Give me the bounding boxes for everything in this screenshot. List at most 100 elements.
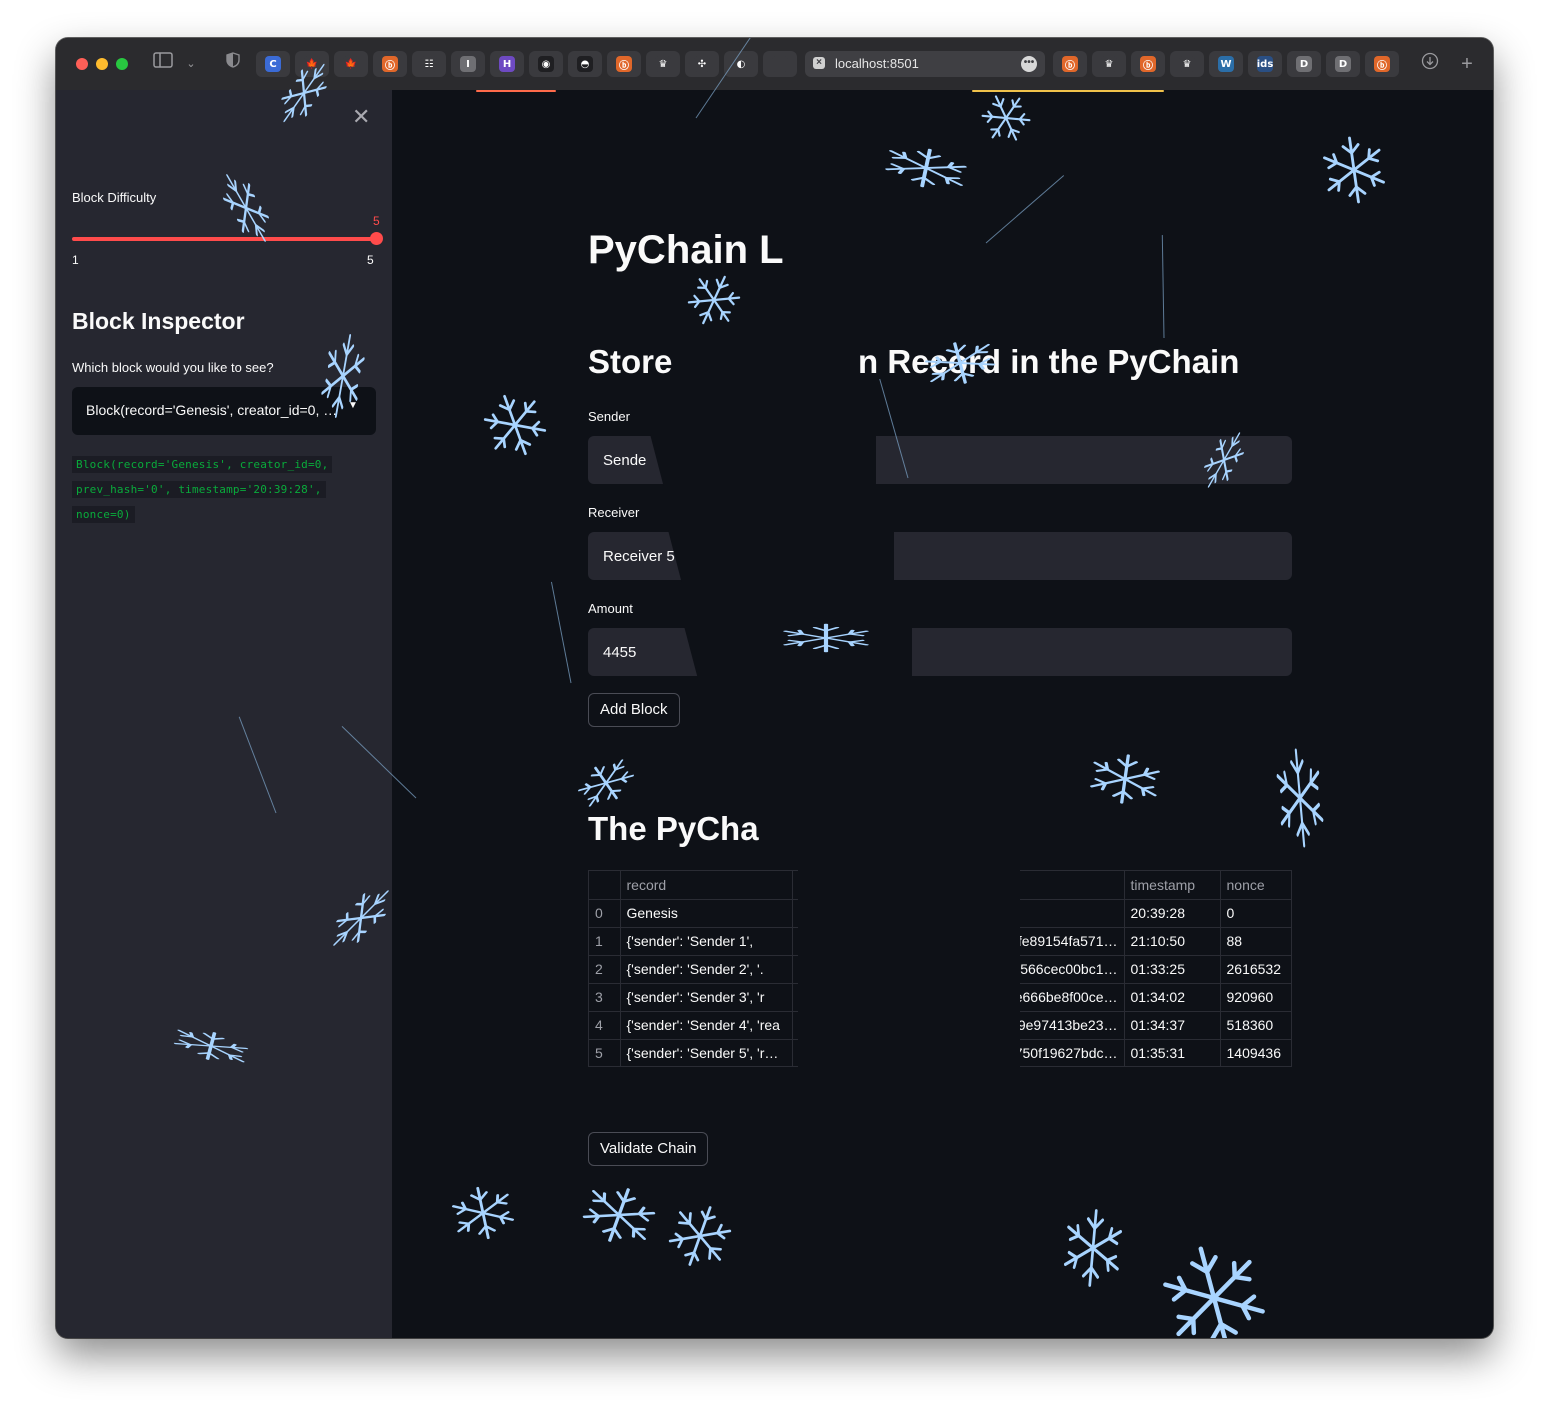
table-cell[interactable]: 0 — [589, 899, 621, 928]
tab-favicon-icon: ⓑ — [1062, 56, 1078, 72]
tab-favicon-icon: 🍁 — [343, 56, 359, 72]
close-icon[interactable]: ✕ — [352, 106, 370, 128]
sidebar-toggle-icon[interactable] — [152, 52, 174, 76]
table-cell[interactable]: 21:10:50 — [1124, 927, 1221, 956]
difficulty-label: Block Difficulty — [72, 190, 157, 205]
pinned-tab[interactable]: ⓑ — [373, 51, 407, 77]
block-select[interactable]: Block(record='Genesis', creator_id=0, pr… — [72, 387, 376, 435]
block-select-value: Block(record='Genesis', creator_id=0, pr… — [86, 402, 342, 418]
table-cell[interactable]: 01:34:02 — [1124, 983, 1221, 1012]
difficulty-slider-thumb[interactable] — [370, 232, 383, 245]
tab-favicon-icon: ◓ — [577, 56, 593, 72]
table-cell[interactable]: 1 — [589, 927, 621, 956]
difficulty-slider[interactable] — [72, 237, 376, 241]
pinned-tab[interactable]: ☷ — [412, 51, 446, 77]
table-cell[interactable]: 0 — [1220, 899, 1291, 928]
receiver-label: Receiver — [588, 505, 640, 520]
table-cell[interactable]: 920960 — [1220, 983, 1291, 1012]
pinned-tab[interactable]: I — [451, 51, 485, 77]
column-header[interactable]: nonce — [1220, 871, 1291, 900]
table-cell[interactable]: 3 — [589, 983, 621, 1012]
chain-heading: The PyCha — [588, 810, 759, 847]
block-select-label: Which block would you like to see? — [72, 360, 274, 375]
url-text[interactable]: localhost:8501 — [835, 56, 919, 71]
shield-icon[interactable] — [224, 52, 242, 76]
pinned-tab[interactable]: ✣ — [685, 51, 719, 77]
pinned-tab[interactable]: ◉ — [529, 51, 563, 77]
page-title: PyChain L — [588, 228, 784, 272]
store-heading-left: Store — [588, 343, 673, 380]
pinned-tab[interactable]: ⓑ — [1131, 51, 1165, 77]
pinned-tab[interactable]: ⓑ — [1053, 51, 1087, 77]
tab-favicon-icon: 🍁 — [304, 56, 320, 72]
tab-favicon-icon: ⓑ — [1140, 56, 1156, 72]
table-cell[interactable]: 2616532 — [1220, 955, 1291, 984]
close-window-button[interactable] — [76, 58, 88, 70]
pinned-tab[interactable]: H — [490, 51, 524, 77]
difficulty-min: 1 — [72, 253, 79, 267]
minimize-window-button[interactable] — [96, 58, 108, 70]
table-cell[interactable]: 01:35:31 — [1124, 1039, 1221, 1066]
table-cell[interactable]: 1409436 — [1220, 1039, 1291, 1066]
table-cell[interactable]: 4 — [589, 1011, 621, 1040]
table-cell[interactable]: {'sender': 'Sender 5', 'reca — [620, 1039, 793, 1066]
pinned-tab[interactable]: ♛ — [1170, 51, 1204, 77]
pinned-tab[interactable]: ◐ — [724, 51, 758, 77]
column-header[interactable] — [589, 871, 621, 900]
tab-favicon-icon: ♛ — [1179, 56, 1195, 72]
table-cell[interactable]: {'sender': 'Sender 1', — [620, 927, 793, 956]
table-cell[interactable]: Genesis — [620, 899, 793, 928]
pinned-tab[interactable]: ♛ — [646, 51, 680, 77]
table-cell[interactable]: {'sender': 'Sender 3', 'r — [620, 983, 793, 1012]
browser-window: ⌄ C 🍁 🍁 ⓑ ☷ I H ◉ ◓ ⓑ ♛ ✣ ◐ × localhost:8501 ••• ⓑ ♛ ⓑ… — [56, 38, 1493, 1338]
header-decoration — [972, 90, 1164, 92]
column-header[interactable]: timestamp — [1124, 871, 1221, 900]
pinned-tab[interactable]: C — [256, 51, 290, 77]
table-cell[interactable]: 88 — [1220, 927, 1291, 956]
snow-overlay — [668, 530, 894, 582]
tab-favicon-icon: ☷ — [421, 56, 437, 72]
block-code-line: prev_hash='0', timestamp='20:39:28', — [72, 481, 326, 498]
tab-favicon-icon: D — [1335, 56, 1351, 72]
table-cell[interactable]: 5 — [589, 1039, 621, 1066]
table-cell[interactable]: {'sender': 'Sender 2', '. — [620, 955, 793, 984]
tab-favicon-icon: W — [1218, 56, 1234, 72]
pinned-tab[interactable]: ⓑ — [607, 51, 641, 77]
table-cell[interactable]: 518360 — [1220, 1011, 1291, 1040]
table-cell[interactable]: 01:33:25 — [1124, 955, 1221, 984]
pinned-tab[interactable]: ♛ — [1092, 51, 1126, 77]
validate-chain-button[interactable]: Validate Chain — [588, 1132, 709, 1166]
chevron-down-icon[interactable]: ▼ — [348, 400, 358, 411]
table-cell[interactable]: 20:39:28 — [1124, 899, 1221, 928]
pinned-tab[interactable] — [763, 51, 797, 77]
difficulty-max: 5 — [367, 253, 374, 267]
address-bar[interactable]: × localhost:8501 ••• — [805, 51, 1045, 77]
tab-favicon-icon: I — [460, 56, 476, 72]
pinned-tab[interactable]: ◓ — [568, 51, 602, 77]
block-code-line: Block(record='Genesis', creator_id=0, — [72, 456, 333, 473]
tab-favicon-icon: H — [499, 56, 515, 72]
more-options-icon[interactable]: ••• — [1021, 56, 1037, 72]
tab-favicon-icon: ✣ — [694, 56, 710, 72]
pinned-tab[interactable]: ⓑ — [1365, 51, 1399, 77]
pinned-tab[interactable]: W — [1209, 51, 1243, 77]
pinned-tab[interactable]: 🍁 — [334, 51, 368, 77]
table-cell[interactable]: 2 — [589, 955, 621, 984]
browser-toolbar: ⌄ C 🍁 🍁 ⓑ ☷ I H ◉ ◓ ⓑ ♛ ✣ ◐ × localhost:8501 ••• ⓑ ♛ ⓑ… — [56, 38, 1493, 91]
download-icon[interactable] — [1420, 52, 1440, 76]
chevron-down-icon[interactable]: ⌄ — [184, 52, 198, 76]
zoom-window-button[interactable] — [116, 58, 128, 70]
new-tab-icon[interactable]: + — [1458, 52, 1476, 76]
tab-favicon-icon: ♛ — [655, 56, 671, 72]
tab-favicon-icon: ⓑ — [616, 56, 632, 72]
column-header[interactable]: record — [620, 871, 793, 900]
table-cell[interactable]: {'sender': 'Sender 4', 'rea — [620, 1011, 793, 1040]
pinned-tab[interactable]: 🍁 — [295, 51, 329, 77]
sidebar: ✕ Block Difficulty 5 1 5 Block Inspector… — [56, 90, 392, 1338]
add-block-button[interactable]: Add Block — [588, 693, 680, 727]
pinned-tab[interactable]: D — [1326, 51, 1360, 77]
pinned-tab[interactable]: ids — [1248, 51, 1282, 77]
pinned-tab[interactable]: D — [1287, 51, 1321, 77]
tab-favicon-icon: ids — [1257, 56, 1273, 72]
table-cell[interactable]: 01:34:37 — [1124, 1011, 1221, 1040]
